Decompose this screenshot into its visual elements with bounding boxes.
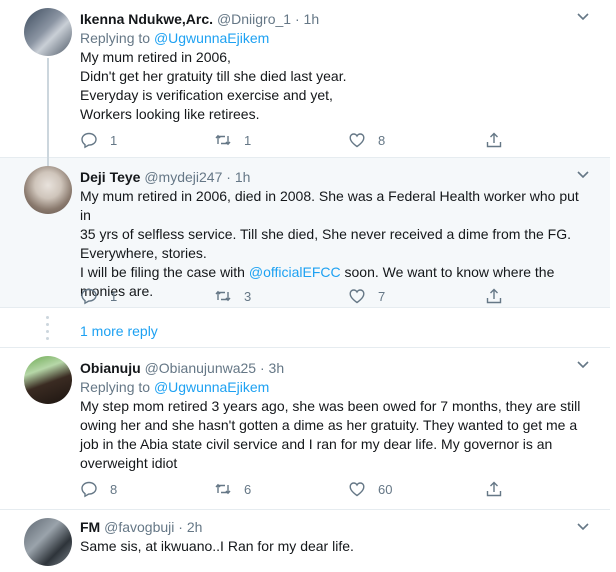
reply-count: 1 <box>110 132 118 148</box>
tweet-header: Obianuju @Obianujunwa25 · 3h <box>80 359 590 378</box>
display-name[interactable]: Obianuju <box>80 360 141 376</box>
avatar[interactable] <box>24 356 72 404</box>
user-handle[interactable]: @mydeji247 <box>144 169 222 185</box>
reply-count: 1 <box>110 288 118 304</box>
reply-button[interactable]: 1 <box>80 131 117 149</box>
text-line: overweight idiot <box>80 455 178 471</box>
text-line: Same sis, at ikwuano..I Ran for my dear … <box>80 538 354 554</box>
timestamp[interactable]: 2h <box>187 519 203 535</box>
avatar[interactable] <box>24 166 72 214</box>
display-name[interactable]: Ikenna Ndukwe,Arc. <box>80 11 213 27</box>
text-line: Everywhere, stories. <box>80 245 207 261</box>
retweet-icon <box>215 134 231 146</box>
reply-mention-link[interactable]: @UgwunnaEjikem <box>154 379 269 395</box>
text-line: My step mom retired 3 years ago, she was… <box>80 398 581 414</box>
thread-connector <box>47 58 49 166</box>
separator: · <box>294 11 300 27</box>
text-line: My mum retired in 2006, <box>80 49 231 65</box>
share-icon <box>486 132 502 148</box>
text-line: Workers looking like retirees. <box>80 106 260 122</box>
reply-button[interactable]: 8 <box>80 480 117 498</box>
text-line: My mum retired in 2006, died in 2008. Sh… <box>80 188 579 223</box>
like-button[interactable]: 7 <box>348 287 385 305</box>
like-button[interactable]: 8 <box>348 131 385 149</box>
reply-icon <box>81 288 97 305</box>
tweet-text: My mum retired in 2006, died in 2008. Sh… <box>80 187 590 301</box>
like-count: 7 <box>378 288 386 304</box>
text-line: Didn't get her gratuity till she died la… <box>80 68 347 84</box>
separator: · <box>178 519 183 535</box>
share-icon <box>486 288 502 304</box>
tweet-header: Ikenna Ndukwe,Arc. @Dniigro_1 · 1h <box>80 10 590 29</box>
share-button[interactable] <box>485 480 515 498</box>
tweet-text: Same sis, at ikwuano..I Ran for my dear … <box>80 537 590 556</box>
retweet-button[interactable]: 1 <box>214 131 251 149</box>
tweet-header: FM @favogbuji · 2h <box>80 518 590 537</box>
reply-mention-link[interactable]: @UgwunnaEjikem <box>154 30 269 46</box>
reply-icon <box>81 481 97 498</box>
more-replies-link[interactable]: 1 more reply <box>80 323 158 339</box>
reply-button[interactable]: 1 <box>80 287 117 305</box>
share-button[interactable] <box>485 287 515 305</box>
text-line: job in the Abia state civil service and … <box>80 436 553 452</box>
like-button[interactable]: 60 <box>348 480 392 498</box>
text-fragment: soon. We want to know where the <box>340 264 555 280</box>
tweet-fm[interactable]: FM @favogbuji · 2h Same sis, at ikwuano.… <box>0 510 610 572</box>
retweet-button[interactable]: 6 <box>214 480 251 498</box>
avatar[interactable] <box>24 8 72 56</box>
retweet-icon <box>215 483 231 495</box>
like-icon <box>349 289 365 304</box>
display-name[interactable]: Deji Teye <box>80 169 140 185</box>
replying-to: Replying to @UgwunnaEjikem <box>80 29 590 48</box>
text-line: Everyday is verification exercise and ye… <box>80 87 333 103</box>
text-fragment: I will be filing the case with <box>80 264 249 280</box>
display-name[interactable]: FM <box>80 519 100 535</box>
retweet-count: 3 <box>244 288 252 304</box>
share-button[interactable] <box>485 131 515 149</box>
text-line: I will be filing the case with @official… <box>80 263 590 282</box>
tweet-text: My step mom retired 3 years ago, she was… <box>80 397 590 473</box>
retweet-count: 1 <box>244 132 252 148</box>
replying-to: Replying to @UgwunnaEjikem <box>80 378 590 397</box>
retweet-button[interactable]: 3 <box>214 287 251 305</box>
retweet-icon <box>215 290 231 302</box>
replying-to-label: Replying to <box>80 379 151 395</box>
reply-icon <box>81 132 97 149</box>
like-icon <box>349 482 365 497</box>
like-count: 60 <box>378 481 393 497</box>
like-count: 8 <box>378 132 386 148</box>
thread-dots <box>46 316 50 344</box>
user-handle[interactable]: @Dniigro_1 <box>217 11 291 27</box>
tweet-actions: 8 6 60 <box>80 480 510 498</box>
more-replies-row[interactable]: 1 more reply <box>0 308 610 348</box>
tweet-text: My mum retired in 2006, Didn't get her g… <box>80 48 590 124</box>
separator: · <box>226 169 231 185</box>
like-icon <box>349 133 365 148</box>
tweet-deji[interactable]: Deji Teye @mydeji247 · 1h My mum retired… <box>0 158 610 308</box>
reply-count: 8 <box>110 481 118 497</box>
avatar[interactable] <box>24 518 72 566</box>
user-handle[interactable]: @favogbuji <box>104 519 174 535</box>
tweet-header: Deji Teye @mydeji247 · 1h <box>80 168 590 187</box>
retweet-count: 6 <box>244 481 252 497</box>
text-line: 35 yrs of selfless service. Till she die… <box>80 226 571 242</box>
timestamp[interactable]: 1h <box>304 11 320 27</box>
tweet-actions: 1 1 8 <box>80 131 510 149</box>
tweet-obianuju[interactable]: Obianuju @Obianujunwa25 · 3h Replying to… <box>0 348 610 510</box>
text-line: owing her and she hasn't gotten a dime a… <box>80 417 578 433</box>
separator: · <box>259 360 265 376</box>
share-icon <box>486 481 502 497</box>
tweet-actions: 1 3 7 <box>80 287 510 305</box>
mention-link[interactable]: @officialEFCC <box>249 264 341 280</box>
user-handle[interactable]: @Obianujunwa25 <box>145 360 257 376</box>
tweet-ikenna[interactable]: Ikenna Ndukwe,Arc. @Dniigro_1 · 1h Reply… <box>0 0 610 158</box>
timestamp[interactable]: 3h <box>269 360 285 376</box>
replying-to-label: Replying to <box>80 30 151 46</box>
timestamp[interactable]: 1h <box>235 169 251 185</box>
